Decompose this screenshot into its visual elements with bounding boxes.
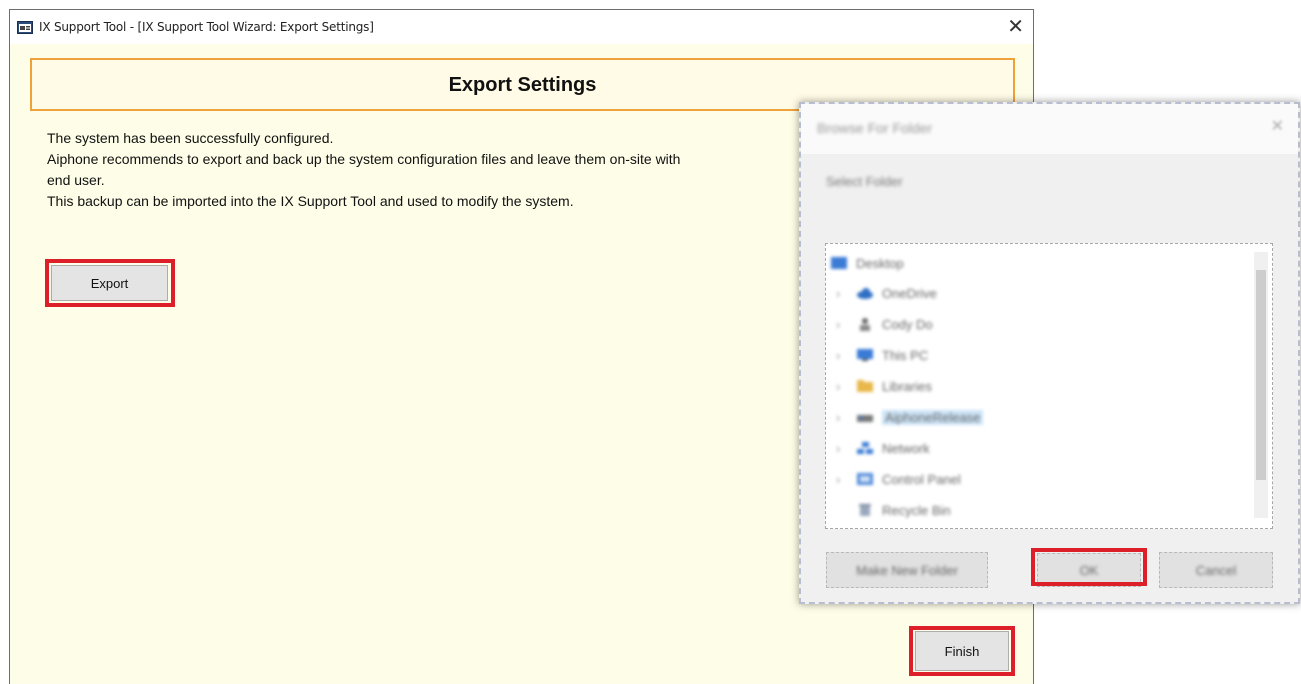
description-line: The system has been successfully configu… <box>47 130 334 146</box>
tree-item-this-pc[interactable]: › This PC <box>836 344 928 366</box>
tree-item-label: Cody Do <box>882 316 933 332</box>
cancel-button[interactable]: Cancel <box>1159 552 1273 588</box>
description-text: The system has been successfully configu… <box>47 128 827 212</box>
description-line: This backup can be imported into the IX … <box>47 193 574 209</box>
tree-item-label: Network <box>882 440 930 456</box>
tree-item-user[interactable]: › Cody Do <box>836 313 933 335</box>
tree-item-control-panel[interactable]: › Control Panel <box>836 468 961 490</box>
description-line: end user. <box>47 172 105 188</box>
title-bar: IX Support Tool - [IX Support Tool Wizar… <box>10 10 1033 44</box>
tree-item-label: AiphoneRelease <box>882 409 984 425</box>
scrollbar-thumb[interactable] <box>1256 270 1266 480</box>
user-icon <box>860 318 870 331</box>
tree-scrollbar[interactable] <box>1254 252 1268 518</box>
tree-item-recycle-bin[interactable]: Recycle Bin <box>856 499 951 521</box>
tree-item-label: Desktop <box>856 255 904 271</box>
network-icon <box>857 442 873 454</box>
tree-item-onedrive[interactable]: › OneDrive <box>836 282 937 304</box>
control-panel-icon <box>857 473 873 485</box>
select-folder-label: Select Folder <box>826 174 903 189</box>
window-title: IX Support Tool - [IX Support Tool Wizar… <box>39 20 374 34</box>
dialog-title: Browse For Folder <box>817 120 933 136</box>
expand-arrow-icon[interactable]: › <box>836 317 848 332</box>
browse-folder-dialog: Browse For Folder ✕ Select Folder Deskto… <box>799 102 1300 604</box>
expand-arrow-icon[interactable]: › <box>836 441 848 456</box>
tree-item-label: Libraries <box>882 378 932 394</box>
expand-arrow-icon[interactable]: › <box>836 348 848 363</box>
tree-item-label: This PC <box>882 347 929 363</box>
tree-item-label: OneDrive <box>882 285 937 301</box>
folder-icon <box>857 380 873 392</box>
tree-item-libraries[interactable]: › Libraries <box>836 375 932 397</box>
tree-item-label: Recycle Bin <box>882 502 951 518</box>
desktop-icon <box>831 257 847 269</box>
expand-arrow-icon[interactable]: › <box>836 286 848 301</box>
expand-arrow-icon[interactable]: › <box>836 379 848 394</box>
make-new-folder-button[interactable]: Make New Folder <box>826 552 988 588</box>
drive-icon <box>857 415 873 422</box>
make-new-folder-label: Make New Folder <box>856 562 958 578</box>
dialog-close-icon[interactable]: ✕ <box>1271 116 1284 136</box>
dialog-title-bar: Browse For Folder ✕ <box>801 104 1298 154</box>
close-icon[interactable]: ✕ <box>1007 14 1024 39</box>
folder-tree[interactable]: Desktop › OneDrive › Cody Do › This PC ›… <box>825 243 1273 529</box>
tree-item-desktop[interactable]: Desktop <box>830 252 904 274</box>
cloud-icon <box>857 288 873 299</box>
computer-icon <box>857 349 873 361</box>
tree-item-network[interactable]: › Network <box>836 437 930 459</box>
description-line: Aiphone recommends to export and back up… <box>47 151 681 167</box>
recycle-bin-icon <box>859 504 871 516</box>
finish-highlight-frame <box>909 626 1015 676</box>
tree-item-label: Control Panel <box>882 471 961 487</box>
tree-item-selected-drive[interactable]: › AiphoneRelease <box>836 406 984 428</box>
expand-arrow-icon[interactable]: › <box>836 410 848 425</box>
cancel-label: Cancel <box>1195 562 1237 578</box>
expand-arrow-icon[interactable]: › <box>836 472 848 487</box>
export-highlight-frame <box>45 259 175 307</box>
page-title: Export Settings <box>448 74 597 96</box>
ok-highlight-frame <box>1031 548 1147 586</box>
app-window-icon <box>17 21 33 34</box>
